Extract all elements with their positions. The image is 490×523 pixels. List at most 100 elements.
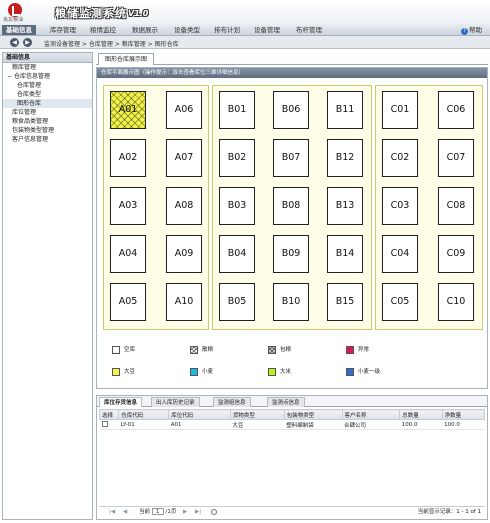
- last-page-icon[interactable]: ▶|: [195, 507, 201, 518]
- sidebar-item-label: 仓库类型: [17, 91, 42, 98]
- sidebar: 基础信息 粮库管理 − 仓库信息管理 仓库管理 仓库类型 图形仓库 库位管理 粮食品类管理包…: [2, 52, 93, 520]
- storage-slot[interactable]: B03: [219, 187, 255, 225]
- detail-tab[interactable]: 出入库历史记录: [151, 397, 200, 407]
- record-summary: 当前显示记录：1 - 1 of 1: [417, 509, 481, 515]
- storage-slot[interactable]: C09: [438, 235, 474, 273]
- menu-device-type[interactable]: 设备类型: [170, 25, 204, 35]
- column-header[interactable]: 总数量: [399, 409, 443, 420]
- detail-tab[interactable]: 监测点信息: [267, 397, 305, 407]
- menu-device-management[interactable]: 设备管理: [250, 25, 284, 35]
- legend-item: 小麦: [190, 368, 213, 376]
- app-version: V1.0: [128, 9, 149, 18]
- panel-title: 仓库平面展示图（操作提示：双击查看库位三维详细信息）: [97, 68, 487, 78]
- storage-slot[interactable]: A10: [166, 283, 202, 321]
- detail-tab[interactable]: 监测组信息: [213, 397, 251, 407]
- sidebar-item[interactable]: 粮库管理: [3, 63, 92, 72]
- company-logo-icon: [8, 3, 22, 17]
- page-number-input[interactable]: 1: [151, 508, 164, 515]
- table-cell: LY-01: [118, 419, 169, 430]
- legend-item: 空库: [112, 346, 135, 354]
- legend-label: 大豆: [124, 369, 136, 375]
- menu-layout-plan[interactable]: 排布计划: [210, 25, 244, 35]
- breadcrumb-granary[interactable]: 粮库管理: [122, 41, 146, 48]
- legend-swatch: [190, 346, 198, 354]
- storage-slot[interactable]: C03: [382, 187, 418, 225]
- storage-slot[interactable]: B15: [327, 283, 363, 321]
- sidebar-item[interactable]: 仓库类型: [3, 90, 92, 99]
- menu-data-display[interactable]: 数据展示: [128, 25, 162, 35]
- detail-tab[interactable]: 库位存货信息: [99, 397, 143, 407]
- storage-slot[interactable]: B05: [219, 283, 255, 321]
- storage-slot[interactable]: C02: [382, 139, 418, 177]
- column-header[interactable]: 仓库代码: [118, 409, 170, 420]
- tab-graphic-warehouse[interactable]: 图形仓库展示图: [98, 53, 155, 65]
- company-name: 良友粮油: [3, 17, 24, 23]
- menu-basic-info[interactable]: 基础信息: [2, 25, 36, 35]
- column-header[interactable]: 选择: [98, 409, 120, 420]
- storage-slot[interactable]: B07: [273, 139, 309, 177]
- storage-slot[interactable]: B01: [219, 91, 255, 129]
- row-checkbox[interactable]: [101, 421, 108, 428]
- storage-slot[interactable]: C01: [382, 91, 418, 129]
- storage-slot[interactable]: B12: [327, 139, 363, 177]
- forward-arrow-icon[interactable]: ▶: [23, 38, 32, 47]
- storage-slot[interactable]: B04: [219, 235, 255, 273]
- refresh-icon[interactable]: [211, 507, 217, 518]
- storage-slot[interactable]: C07: [438, 139, 474, 177]
- menu-pole-management[interactable]: 布杆管理: [292, 25, 326, 35]
- storage-slot[interactable]: A09: [166, 235, 202, 273]
- sidebar-item-label: 客户信息管理: [12, 136, 49, 143]
- storage-slot[interactable]: B10: [273, 283, 309, 321]
- column-header[interactable]: 包装物类型: [283, 409, 343, 420]
- table-cell: 100.0: [442, 419, 485, 430]
- column-header[interactable]: 客户名称: [341, 409, 401, 420]
- storage-slot[interactable]: B02: [219, 139, 255, 177]
- first-page-icon[interactable]: |◀: [109, 507, 115, 518]
- storage-slot[interactable]: C06: [438, 91, 474, 129]
- storage-slot[interactable]: B11: [327, 91, 363, 129]
- column-header[interactable]: 净数量: [441, 409, 486, 420]
- storage-slot[interactable]: A04: [110, 235, 146, 273]
- table-row[interactable]: LY-01 A01 大豆 塑料编制袋 合肆公司 100.0 100.0: [99, 419, 485, 430]
- page-prefix: 当前: [139, 509, 151, 515]
- storage-slot[interactable]: B13: [327, 187, 363, 225]
- storage-slot[interactable]: A02: [110, 139, 146, 177]
- storage-slot[interactable]: A05: [110, 283, 146, 321]
- storage-slot[interactable]: C04: [382, 235, 418, 273]
- help-button[interactable]: ? 帮助: [461, 25, 482, 35]
- breadcrumb-prefix[interactable]: 监测设备管理: [44, 41, 80, 48]
- prev-page-icon[interactable]: ◀: [123, 507, 127, 518]
- menu-grain-monitoring[interactable]: 粮情监控: [86, 25, 120, 35]
- sidebar-item[interactable]: 粮食品类管理: [3, 117, 92, 126]
- breadcrumb-warehouse[interactable]: 仓库管理: [89, 41, 113, 48]
- storage-slot[interactable]: A01: [110, 91, 146, 129]
- next-page-icon[interactable]: ▶: [183, 507, 187, 518]
- storage-slot[interactable]: C08: [438, 187, 474, 225]
- legend-swatch: [346, 346, 354, 354]
- sidebar-item-label: 粮库管理: [12, 64, 37, 71]
- storage-slot[interactable]: C05: [382, 283, 418, 321]
- storage-slot[interactable]: A03: [110, 187, 146, 225]
- sidebar-item[interactable]: 库位管理: [3, 108, 92, 117]
- collapse-icon[interactable]: −: [7, 73, 14, 80]
- sidebar-item[interactable]: 图形仓库: [3, 99, 92, 108]
- storage-slot[interactable]: B06: [273, 91, 309, 129]
- menu-inventory[interactable]: 库存管理: [46, 25, 80, 35]
- storage-slot[interactable]: A08: [166, 187, 202, 225]
- storage-slot[interactable]: B08: [273, 187, 309, 225]
- sidebar-item[interactable]: 客户信息管理: [3, 135, 92, 144]
- storage-slot[interactable]: B09: [273, 235, 309, 273]
- sidebar-item[interactable]: 仓库管理: [3, 81, 92, 90]
- column-header[interactable]: 库位代码: [168, 409, 231, 420]
- sidebar-item[interactable]: − 仓库信息管理: [3, 72, 92, 81]
- content-tabs: 图形仓库展示图: [96, 52, 488, 65]
- column-header[interactable]: 货物类型: [229, 409, 285, 420]
- storage-slot[interactable]: B14: [327, 235, 363, 273]
- storage-slot[interactable]: C10: [438, 283, 474, 321]
- back-arrow-icon[interactable]: ◀: [10, 38, 19, 47]
- storage-slot[interactable]: A07: [166, 139, 202, 177]
- legend-item: 小麦一级: [346, 368, 380, 376]
- storage-slot[interactable]: A06: [166, 91, 202, 129]
- legend-item: 大豆: [112, 368, 135, 376]
- sidebar-item[interactable]: 包装物类型管理: [3, 126, 92, 135]
